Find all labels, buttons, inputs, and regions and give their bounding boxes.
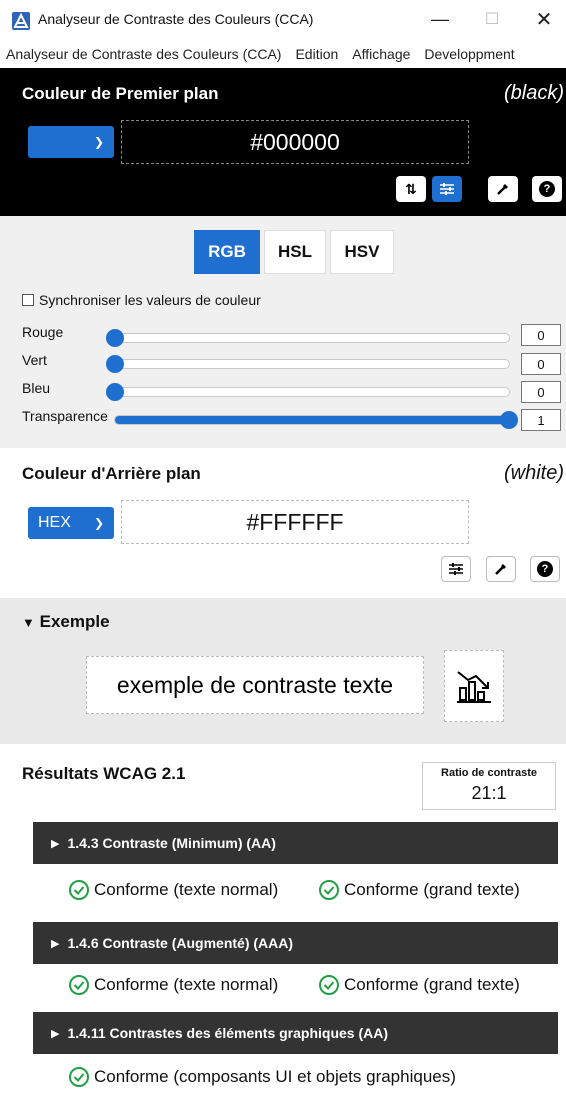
sliders-button[interactable] (432, 176, 462, 202)
criterion-title: 1.4.6 Contraste (Augmenté) (AAA) (67, 935, 294, 951)
eyedropper-button[interactable] (488, 176, 518, 202)
background-title: Couleur d'Arrière plan (22, 464, 201, 483)
background-section: Couleur d'Arrière plan (white) HEX ❯ #FF… (0, 448, 566, 598)
background-color-name: (white) (503, 462, 564, 484)
help-icon: ? (539, 181, 555, 197)
swap-icon: ⇅ (405, 180, 417, 197)
wcag-results-section: Résultats WCAG 2.1 Ratio de contraste 21… (0, 744, 566, 1097)
sliders-button[interactable] (441, 556, 471, 582)
result-pass: Conforme (grand texte) (318, 974, 520, 996)
slider-thumb[interactable] (106, 383, 124, 401)
triangle-down-icon: ▼ (22, 615, 35, 630)
criterion-title: 1.4.3 Contraste (Minimum) (AA) (67, 835, 276, 851)
transparency-value-input[interactable]: 1 (521, 409, 561, 431)
sliders-icon (449, 563, 463, 575)
example-sample-text: exemple de contraste texte (86, 656, 424, 714)
menu-item-affichage[interactable]: Affichage (352, 46, 410, 62)
menu-item-edition[interactable]: Edition (295, 46, 338, 62)
slider-label-blue: Bleu (22, 380, 51, 396)
slider-thumb[interactable] (500, 411, 518, 429)
slider-transparency[interactable] (114, 411, 518, 429)
slider-label-red: Rouge (22, 324, 64, 340)
close-button[interactable]: ✕ (524, 6, 564, 32)
eyedropper-icon (497, 184, 508, 195)
result-pass: Conforme (texte normal) (68, 879, 278, 901)
example-title: Exemple (39, 612, 110, 631)
background-format-label: HEX (38, 514, 71, 531)
triangle-right-icon: ▶ (51, 837, 60, 850)
check-circle-icon (319, 975, 339, 995)
result-text: Conforme (texte normal) (94, 975, 279, 994)
triangle-right-icon: ▶ (51, 1027, 60, 1040)
foreground-color-name: (black) (503, 82, 564, 104)
chart-icon (457, 671, 491, 703)
tab-hsl[interactable]: HSL (264, 230, 326, 274)
contrast-ratio-box: Ratio de contraste 21:1 (422, 762, 556, 810)
title-bar: Analyseur de Contraste des Couleurs (CCA… (0, 0, 566, 40)
criterion-1-4-3-header[interactable]: ▶ 1.4.3 Contraste (Minimum) (AA) (33, 822, 558, 864)
checkbox-box[interactable] (22, 294, 34, 306)
slider-green[interactable] (106, 355, 510, 373)
result-pass: Conforme (composants UI et objets graphi… (68, 1066, 456, 1088)
slider-label-green: Vert (22, 352, 47, 368)
color-controls: RGB HSL HSV Synchroniser les valeurs de … (0, 216, 566, 448)
blue-value-input[interactable]: 0 (521, 381, 561, 403)
check-circle-icon (69, 1067, 89, 1087)
eyedropper-icon (495, 564, 506, 575)
slider-fill (115, 416, 509, 424)
slider-blue[interactable] (106, 383, 510, 401)
criterion-title: 1.4.11 Contrastes des éléments graphique… (67, 1025, 389, 1041)
maximize-button[interactable]: ☐ (472, 6, 512, 32)
app-logo-icon (12, 12, 30, 30)
green-value-input[interactable]: 0 (521, 353, 561, 375)
example-section: ▼ Exemple exemple de contraste texte (0, 598, 566, 744)
criterion-1-4-6-header[interactable]: ▶ 1.4.6 Contraste (Augmenté) (AAA) (33, 922, 558, 964)
result-text: Conforme (texte normal) (94, 880, 279, 899)
background-format-select[interactable]: HEX ❯ (28, 507, 114, 539)
chart-view-button[interactable] (444, 650, 504, 722)
slider-thumb[interactable] (106, 355, 124, 373)
foreground-hex-input[interactable]: #000000 (121, 120, 469, 164)
result-text: Conforme (composants UI et objets graphi… (94, 1067, 456, 1086)
slider-red[interactable] (106, 329, 510, 347)
results-title: Résultats WCAG 2.1 (22, 764, 186, 783)
minimize-button[interactable]: — (420, 6, 460, 32)
slider-thumb[interactable] (106, 329, 124, 347)
triangle-right-icon: ▶ (51, 937, 60, 950)
result-text: Conforme (grand texte) (344, 975, 520, 994)
help-button[interactable]: ? (532, 176, 562, 202)
swap-colors-button[interactable]: ⇅ (396, 176, 426, 202)
eyedropper-button[interactable] (486, 556, 516, 582)
result-text: Conforme (grand texte) (344, 880, 520, 899)
menu-bar: Analyseur de Contraste des Couleurs (CCA… (0, 40, 566, 68)
sync-values-checkbox[interactable]: Synchroniser les valeurs de couleur (22, 292, 261, 308)
help-icon: ? (537, 561, 553, 577)
criterion-1-4-11-header[interactable]: ▶ 1.4.11 Contrastes des éléments graphiq… (33, 1012, 558, 1054)
result-pass: Conforme (grand texte) (318, 879, 520, 901)
foreground-section: Couleur de Premier plan (black) ❯ #00000… (0, 68, 566, 216)
foreground-format-select[interactable]: ❯ (28, 126, 114, 158)
result-pass: Conforme (texte normal) (68, 974, 278, 996)
chevron-down-icon: ❯ (93, 135, 104, 149)
menu-item-app[interactable]: Analyseur de Contraste des Couleurs (CCA… (6, 46, 281, 62)
tab-hsv[interactable]: HSV (330, 230, 394, 274)
check-circle-icon (319, 880, 339, 900)
menu-item-developpment[interactable]: Developpment (424, 46, 514, 62)
help-button[interactable]: ? (530, 556, 560, 582)
window-title: Analyseur de Contraste des Couleurs (CCA… (38, 11, 314, 27)
foreground-title: Couleur de Premier plan (22, 84, 219, 103)
check-circle-icon (69, 975, 89, 995)
red-value-input[interactable]: 0 (521, 324, 561, 346)
background-hex-input[interactable]: #FFFFFF (121, 500, 469, 544)
check-circle-icon (69, 880, 89, 900)
ratio-value: 21:1 (471, 783, 507, 803)
sliders-icon (440, 183, 454, 195)
chevron-down-icon: ❯ (93, 516, 104, 530)
example-toggle[interactable]: ▼ Exemple (22, 612, 110, 632)
ratio-label: Ratio de contraste (441, 767, 537, 779)
slider-label-transparency: Transparence (22, 408, 108, 424)
sync-values-label: Synchroniser les valeurs de couleur (39, 292, 261, 308)
tab-rgb[interactable]: RGB (194, 230, 260, 274)
